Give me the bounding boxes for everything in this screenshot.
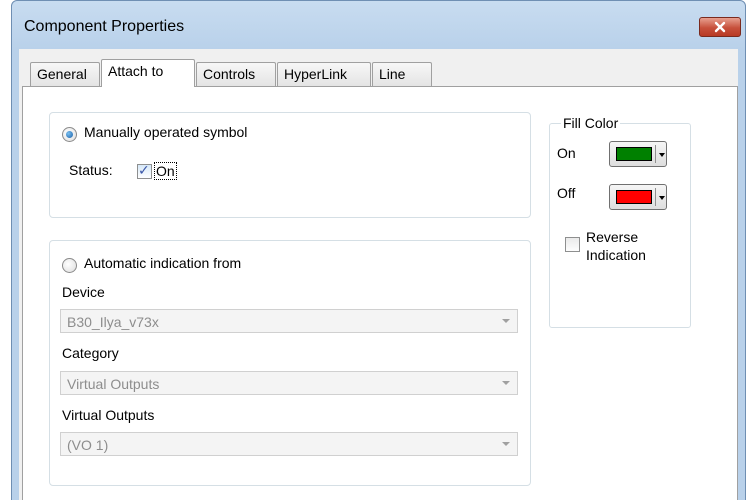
- fill-off-color-button[interactable]: [609, 184, 667, 210]
- tab-label: Attach to: [108, 63, 164, 79]
- fill-on-label: On: [557, 145, 576, 161]
- close-button[interactable]: [699, 17, 741, 37]
- category-label: Category: [62, 345, 119, 361]
- reverse-indication-checkbox[interactable]: [565, 237, 580, 252]
- tab-attach-to[interactable]: Attach to: [101, 59, 195, 87]
- reverse-indication-label-line2[interactable]: Indication: [586, 247, 646, 264]
- tab-label: Line: [379, 66, 406, 82]
- off-color-swatch: [616, 190, 652, 204]
- tab-label: Controls: [203, 66, 256, 82]
- tab-hyperlink[interactable]: HyperLink: [277, 62, 371, 86]
- virtual-outputs-label: Virtual Outputs: [62, 407, 155, 423]
- tab-controls[interactable]: Controls: [196, 62, 276, 86]
- status-on-checkbox[interactable]: ✓: [137, 162, 152, 179]
- fill-color-legend: Fill Color: [561, 115, 621, 131]
- category-select[interactable]: Virtual Outputs: [60, 371, 518, 395]
- chevron-down-icon: [502, 442, 510, 446]
- tab-label: General: [37, 66, 87, 82]
- fill-on-color-button[interactable]: [609, 141, 667, 167]
- automatic-radio[interactable]: [62, 258, 77, 273]
- on-color-swatch: [616, 147, 652, 161]
- fill-off-label: Off: [557, 185, 576, 201]
- status-on-label[interactable]: On: [154, 162, 177, 180]
- status-label: Status:: [69, 162, 113, 178]
- reverse-indication-label-line1[interactable]: Reverse: [586, 229, 638, 246]
- tab-general[interactable]: General: [30, 62, 100, 86]
- close-icon: [714, 21, 726, 33]
- tab-label: HyperLink: [284, 66, 348, 82]
- device-select[interactable]: B30_Ilya_v73x: [60, 309, 518, 333]
- window-title: Component Properties: [24, 18, 185, 35]
- title-bar: Component Properties: [12, 1, 745, 49]
- divider: [655, 188, 656, 206]
- device-label: Device: [62, 284, 105, 300]
- tab-line[interactable]: Line: [372, 62, 432, 86]
- check-icon: ✓: [138, 162, 150, 178]
- chevron-down-icon: [502, 319, 510, 323]
- device-select-value: B30_Ilya_v73x: [67, 314, 159, 330]
- category-select-value: Virtual Outputs: [67, 376, 160, 392]
- chevron-down-icon: [502, 381, 510, 385]
- virtual-outputs-select-value: (VO 1): [67, 437, 109, 453]
- chevron-down-icon: [659, 153, 665, 157]
- divider: [655, 145, 656, 163]
- manual-radio[interactable]: [62, 127, 77, 142]
- manual-radio-label[interactable]: Manually operated symbol: [84, 124, 247, 140]
- chevron-down-icon: [659, 196, 665, 200]
- virtual-outputs-select[interactable]: (VO 1): [60, 432, 518, 456]
- radio-selected-dot: [66, 131, 73, 138]
- automatic-radio-label[interactable]: Automatic indication from: [84, 255, 241, 271]
